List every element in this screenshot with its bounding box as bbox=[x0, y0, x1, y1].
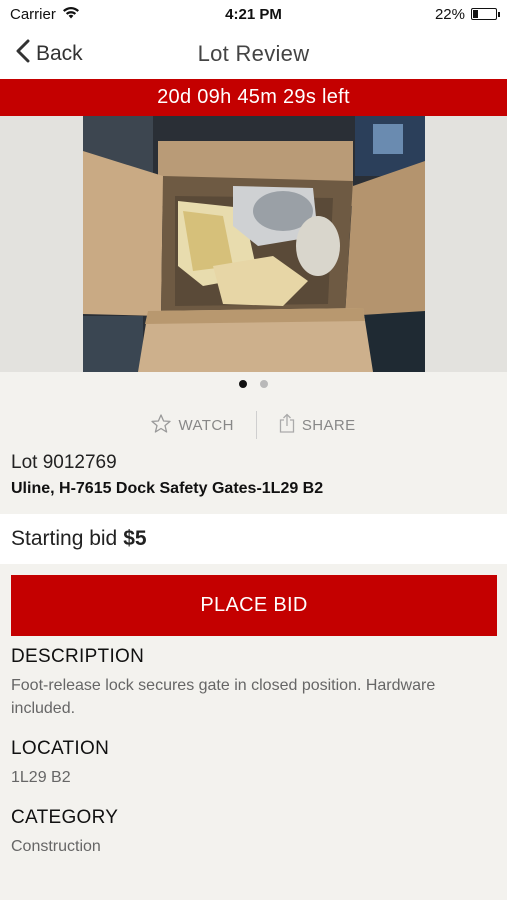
category-text: Construction bbox=[11, 838, 101, 855]
description-heading: DESCRIPTION bbox=[11, 646, 145, 667]
battery-percent: 22% bbox=[434, 5, 465, 23]
navigation-bar: Back Lot Review bbox=[0, 28, 507, 79]
status-left: Carrier bbox=[10, 6, 160, 23]
share-icon bbox=[279, 413, 295, 437]
lot-actions: WATCH SHARE bbox=[0, 408, 507, 442]
category-section: CATEGORY Construction bbox=[11, 807, 497, 858]
page-title: Lot Review bbox=[197, 40, 310, 66]
status-bar: Carrier 4:21 PM 22% bbox=[0, 0, 507, 28]
watch-button[interactable]: WATCH bbox=[129, 413, 255, 437]
back-label: Back bbox=[36, 42, 83, 65]
battery-icon bbox=[470, 8, 500, 20]
watch-label: WATCH bbox=[178, 416, 234, 434]
description-text: Foot-release lock secures gate in closed… bbox=[11, 677, 436, 717]
back-button[interactable]: Back bbox=[16, 38, 83, 70]
description-section: DESCRIPTION Foot-release lock secures ga… bbox=[11, 646, 497, 720]
carrier-label: Carrier bbox=[10, 5, 56, 23]
share-button[interactable]: SHARE bbox=[257, 413, 378, 437]
place-bid-button[interactable]: PLACE BID bbox=[11, 575, 497, 636]
category-heading: CATEGORY bbox=[11, 807, 119, 828]
image-gallery[interactable] bbox=[0, 116, 507, 372]
location-section: LOCATION 1L29 B2 bbox=[11, 738, 497, 789]
lot-number: Lot 9012769 bbox=[11, 452, 117, 473]
starting-bid: Starting bid $5 bbox=[0, 514, 507, 564]
status-right: 22% bbox=[347, 5, 500, 23]
location-heading: LOCATION bbox=[11, 738, 110, 759]
starting-bid-amount: $5 bbox=[123, 527, 147, 550]
page-dot-active[interactable] bbox=[239, 380, 247, 388]
lot-name: Uline, H-7615 Dock Safety Gates-1L29 B2 bbox=[11, 480, 324, 497]
lot-info: Lot 9012769 Uline, H-7615 Dock Safety Ga… bbox=[11, 452, 497, 498]
wifi-icon bbox=[62, 6, 80, 23]
gallery-pagination[interactable] bbox=[0, 380, 507, 390]
share-label: SHARE bbox=[301, 416, 356, 434]
chevron-left-icon bbox=[16, 39, 30, 69]
location-text: 1L29 B2 bbox=[11, 769, 71, 786]
lot-photo bbox=[83, 116, 425, 372]
countdown-timer: 20d 09h 45m 29s left bbox=[0, 79, 507, 116]
page-dot[interactable] bbox=[260, 380, 268, 388]
starting-bid-label: Starting bid bbox=[11, 527, 118, 550]
star-outline-icon bbox=[151, 413, 172, 437]
status-time: 4:21 PM bbox=[225, 5, 282, 23]
